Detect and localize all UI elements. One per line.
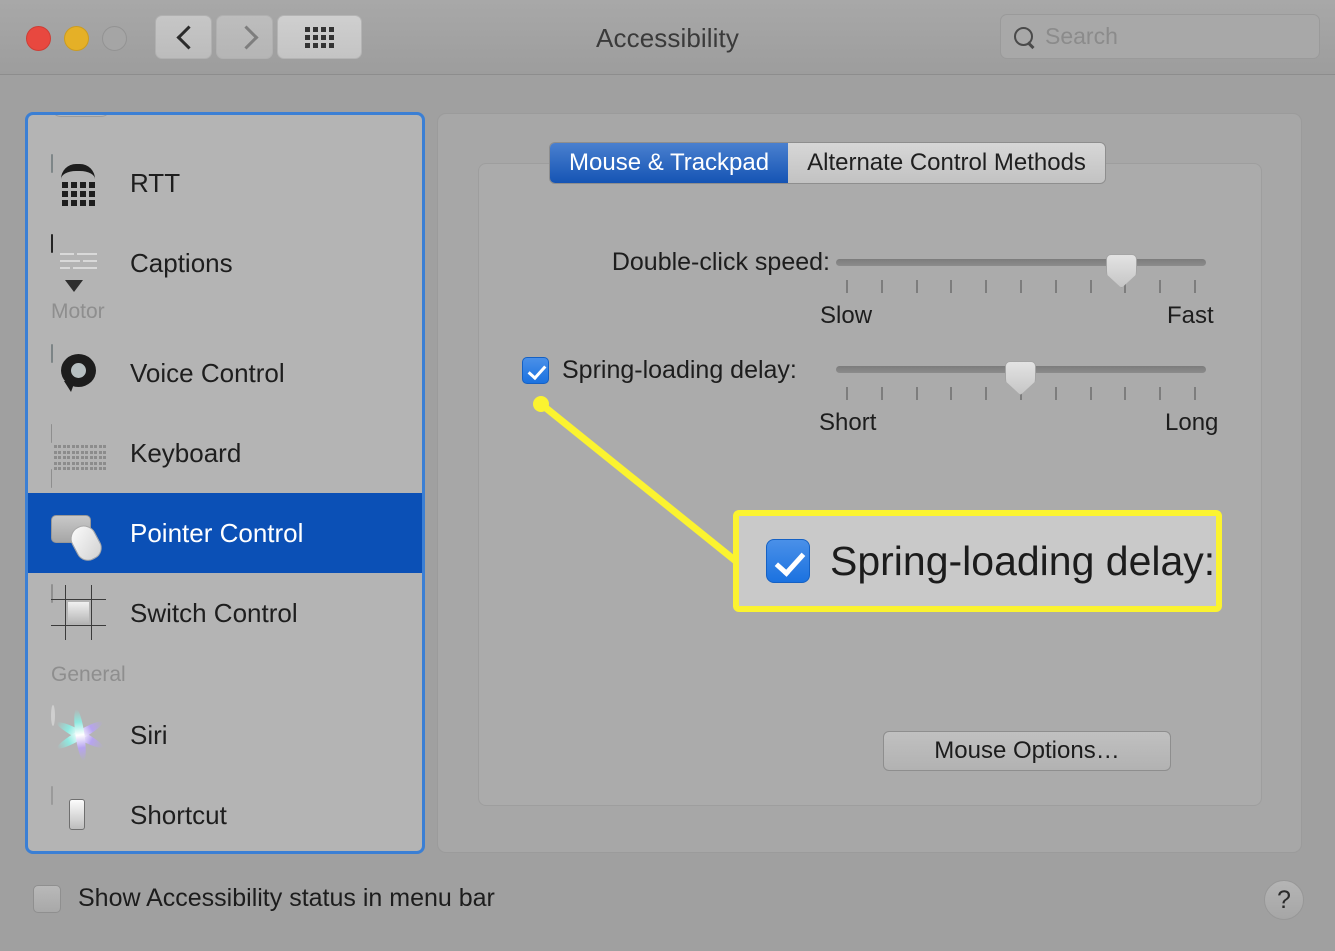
preferences-window: Accessibility Search RTT Captions Motor … [0,0,1335,951]
pointer-control-icon [51,505,108,565]
sidebar-item-label: Captions [130,247,233,278]
rtt-icon [51,153,108,212]
spring-loading-delay-min-label: Short [819,409,877,436]
title-bar: Accessibility Search [0,0,1335,75]
partial-item-above-icon [51,115,111,117]
tab-bar[interactable]: Mouse & Trackpad Alternate Control Metho… [549,142,1106,184]
search-field[interactable]: Search [1000,14,1320,59]
sidebar-item-pointer-control[interactable]: Pointer Control [28,493,422,573]
siri-icon [51,704,108,764]
sidebar-scroll-area[interactable]: RTT Captions Motor Voice Control Keyboar… [28,115,422,851]
sidebar-item-label: RTT [130,167,181,198]
show-accessibility-status-checkbox[interactable] [33,884,61,913]
callout-checkbox-icon [766,539,810,583]
sidebar-item-label: Keyboard [130,437,242,468]
spring-loading-delay-checkbox[interactable] [522,357,549,384]
callout-label: Spring-loading delay: [830,537,1216,584]
search-placeholder: Search [1045,23,1118,49]
show-accessibility-status-label: Show Accessibility status in menu bar [78,884,495,912]
category-sidebar[interactable]: RTT Captions Motor Voice Control Keyboar… [25,112,425,854]
sidebar-item-label: Switch Control [130,597,298,628]
switch-control-icon [51,583,108,642]
sidebar-group-motor: Motor [51,300,105,323]
tab-mouse-trackpad[interactable]: Mouse & Trackpad [550,143,789,183]
captions-icon [51,233,108,292]
sidebar-item-switch-control[interactable]: Switch Control [28,573,422,653]
shortcut-icon [51,785,108,844]
sidebar-item-captions[interactable]: Captions [28,223,422,303]
double-click-speed-label: Double-click speed: [611,248,830,276]
keyboard-icon [51,423,108,488]
sidebar-item-voice-control[interactable]: Voice Control [28,333,422,413]
sidebar-item-shortcut[interactable]: Shortcut [28,775,422,851]
voice-control-icon [51,343,108,402]
double-click-speed-slider[interactable] [836,259,1206,266]
double-click-speed-ticks [846,280,1196,293]
sidebar-item-label: Siri [130,719,168,750]
sidebar-item-label: Voice Control [130,357,285,388]
double-click-speed-max-label: Fast [1167,302,1214,329]
show-accessibility-status-row[interactable]: Show Accessibility status in menu bar [33,884,495,913]
double-click-speed-min-label: Slow [820,302,873,329]
mouse-options-button[interactable]: Mouse Options… [883,731,1171,771]
help-button[interactable]: ? [1264,880,1304,920]
spring-loading-delay-label: Spring-loading delay: [562,356,797,384]
sidebar-item-rtt[interactable]: RTT [28,143,422,223]
sidebar-group-general: General [51,663,126,686]
spring-loading-delay-row[interactable]: Spring-loading delay: [522,356,797,385]
tab-alternate-control-methods[interactable]: Alternate Control Methods [788,143,1105,183]
callout-highlight-box: Spring-loading delay: [733,510,1222,612]
search-icon [1013,26,1035,48]
sidebar-item-keyboard[interactable]: Keyboard [28,413,422,493]
sidebar-item-label: Pointer Control [130,517,304,548]
sidebar-item-siri[interactable]: Siri [28,695,422,775]
spring-loading-delay-max-label: Long [1165,409,1219,436]
sidebar-item-label: Shortcut [130,799,227,830]
